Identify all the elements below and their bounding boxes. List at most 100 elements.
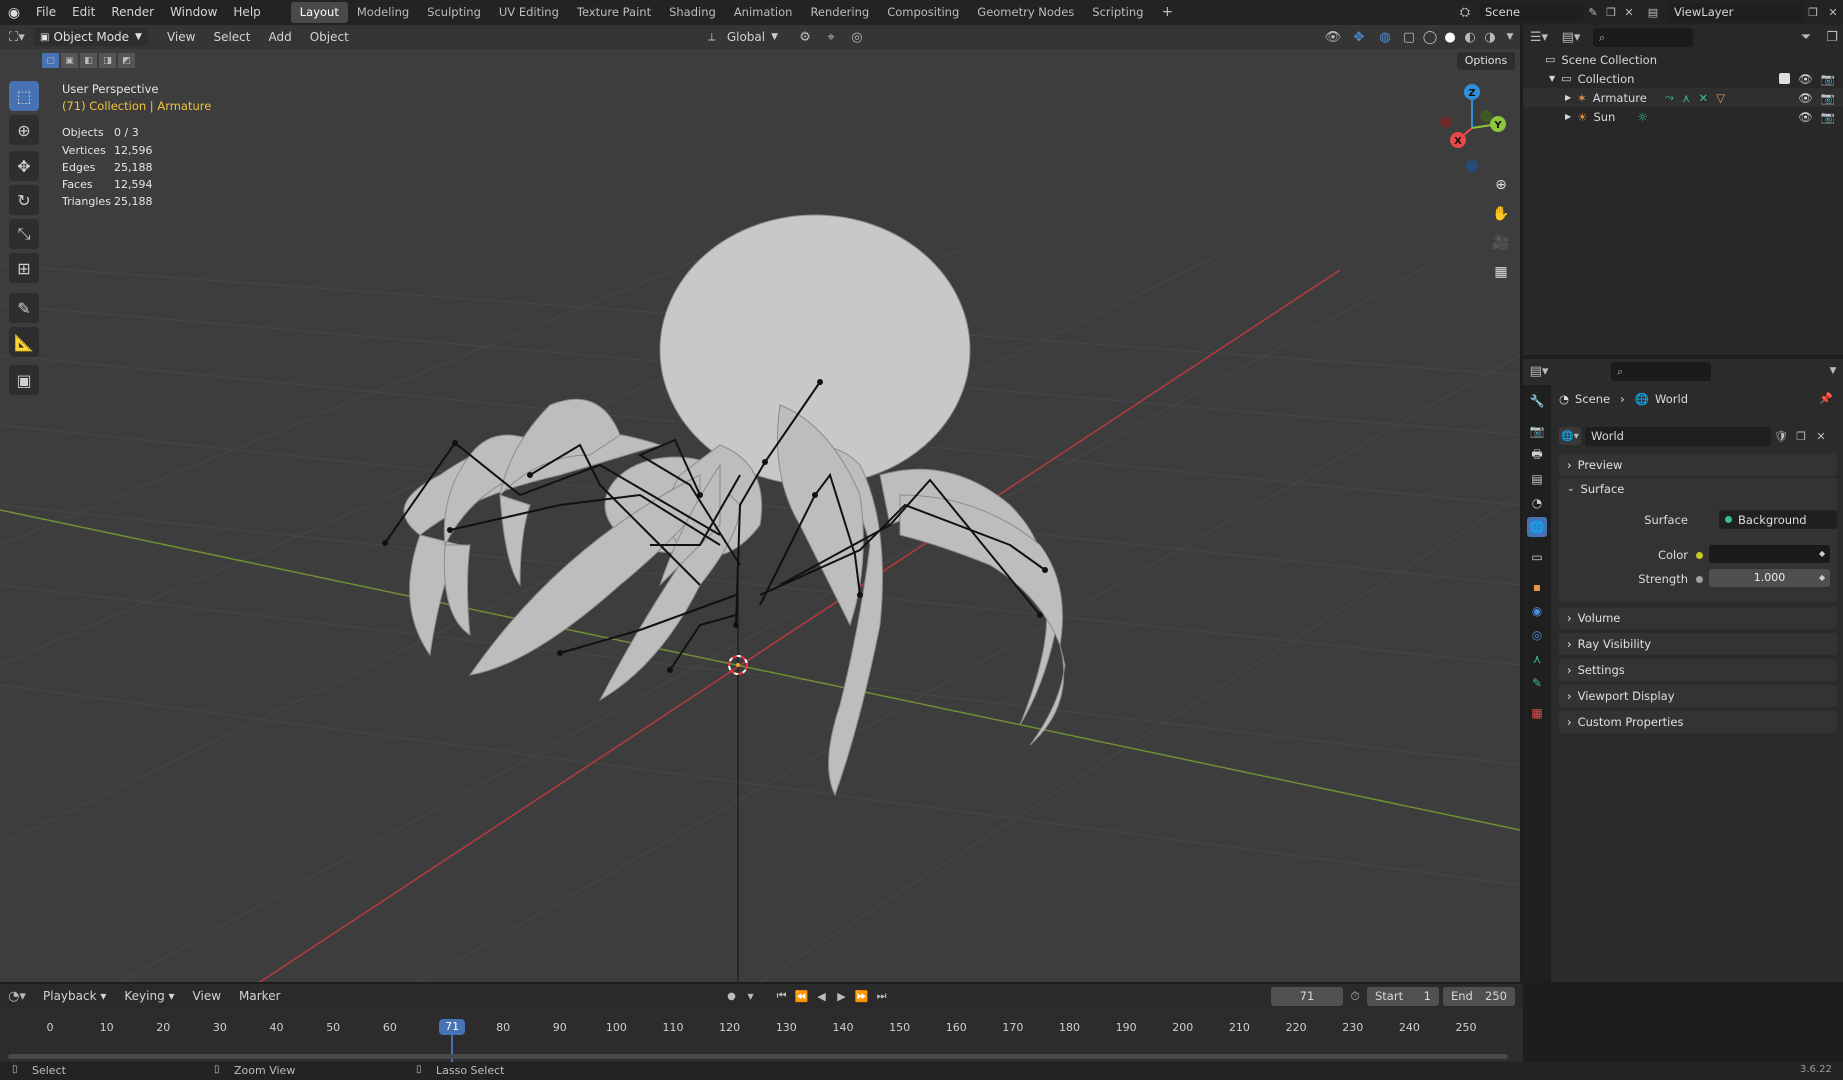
perspective-toggle-icon[interactable]: ▦ [1489, 260, 1513, 284]
outliner-row-collection[interactable]: ▼ ▭ Collection 👁 📷 [1523, 69, 1843, 88]
tab-geometry-nodes[interactable]: Geometry Nodes [968, 2, 1083, 23]
xray-icon[interactable]: ▢ [1398, 30, 1420, 45]
tab-rendering[interactable]: Rendering [801, 2, 878, 23]
select-intersect-icon[interactable]: ◩ [118, 53, 135, 68]
view-layer-tab-icon[interactable]: ▤ [1527, 469, 1547, 489]
outliner-editor-type-icon[interactable]: ☰▾ [1523, 30, 1555, 45]
panel-viewport-display[interactable]: › Viewport Display [1559, 685, 1837, 707]
chevron-down-icon[interactable]: ▼ [744, 992, 758, 1001]
new-view-layer-icon[interactable]: ❐ [1803, 6, 1823, 19]
camera-icon[interactable]: 📷 [1821, 72, 1835, 86]
add-cube-tool[interactable]: ▣ [9, 365, 39, 395]
tab-compositing[interactable]: Compositing [878, 2, 968, 23]
fake-user-icon[interactable]: 🛡 [1771, 430, 1791, 443]
expand-arrow-icon[interactable]: ▶ [1565, 112, 1571, 121]
delete-view-layer-icon[interactable]: ✕ [1823, 6, 1843, 19]
prev-keyframe-icon[interactable]: ⏪ [792, 990, 812, 1003]
menu-add[interactable]: Add [259, 30, 300, 44]
modifier-tab-icon[interactable]: ◉ [1527, 601, 1547, 621]
world-browse-icon[interactable]: 🌐▾ [1559, 427, 1581, 445]
pan-hand-icon[interactable]: ✋ [1489, 202, 1513, 226]
pin-icon[interactable]: ✎ [1584, 6, 1602, 19]
breadcrumb-world[interactable]: World [1655, 392, 1688, 406]
blender-logo-icon[interactable]: ◉ [0, 0, 28, 25]
material-shading-icon[interactable]: ◐ [1460, 30, 1480, 45]
tab-sculpting[interactable]: Sculpting [418, 2, 490, 23]
end-frame-field[interactable]: End 250 [1443, 986, 1515, 1006]
visibility-icon[interactable]: 👁 [1320, 30, 1346, 45]
collection-tab-icon[interactable]: ▭ [1527, 547, 1547, 567]
options-button[interactable]: Options [1457, 52, 1515, 70]
menu-marker[interactable]: Marker [230, 989, 289, 1003]
snap-icon[interactable]: ⌖ [818, 30, 844, 45]
panel-custom-properties[interactable]: › Custom Properties [1559, 711, 1837, 733]
color-swatch[interactable] [1709, 545, 1830, 563]
new-scene-icon[interactable]: ❐ [1602, 6, 1620, 19]
eye-icon[interactable]: 👁 [1798, 110, 1813, 124]
pivot-point-icon[interactable]: ⚙ [792, 30, 818, 45]
texture-tab-icon[interactable]: ▦ [1527, 703, 1547, 723]
jump-end-icon[interactable]: ⏭ [872, 989, 892, 1003]
timeline-editor-type-icon[interactable]: ◔▾ [0, 989, 34, 1004]
3d-viewport[interactable]: ⛶▾ ▣ Object Mode ▼ View Select Add Objec… [0, 25, 1520, 982]
record-icon[interactable]: ● [720, 991, 744, 1002]
outliner-search-input[interactable]: ⌕ [1593, 27, 1693, 47]
shading-options-icon[interactable]: ▼ [1500, 32, 1520, 42]
menu-file[interactable]: File [28, 0, 64, 25]
object-data-tab-icon[interactable]: ⋏ [1527, 649, 1547, 669]
transform-tool[interactable]: ⊞ [9, 253, 39, 283]
start-frame-field[interactable]: Start 1 [1367, 986, 1439, 1006]
outliner-row-armature[interactable]: ▶ ✶ Armature ⤳ ⋏ ✕ ▽ 👁 📷 [1523, 88, 1843, 107]
add-workspace-button[interactable]: + [1152, 2, 1182, 23]
display-mode-icon[interactable]: ▤▾ [1555, 30, 1587, 45]
select-subtract-icon[interactable]: ◧ [80, 53, 97, 68]
stopwatch-icon[interactable]: ⏱ [1343, 989, 1367, 1004]
unlink-world-icon[interactable]: ✕ [1811, 430, 1831, 443]
strength-field[interactable]: 1.000 [1709, 569, 1830, 587]
proportional-editing-icon[interactable]: ◎ [844, 30, 870, 45]
overlays-icon[interactable]: ◍ [1372, 30, 1398, 45]
panel-ray-visibility[interactable]: › Ray Visibility [1559, 633, 1837, 655]
measure-tool[interactable]: 📐 [9, 327, 39, 357]
menu-window[interactable]: Window [162, 0, 225, 25]
collapse-arrow-icon[interactable]: ▼ [1549, 74, 1555, 83]
menu-select[interactable]: Select [204, 30, 259, 44]
bone-tab-icon[interactable]: ✎ [1527, 673, 1547, 693]
timeline-scrollbar[interactable] [8, 1054, 1508, 1059]
mode-selector[interactable]: ▣ Object Mode ▼ [34, 28, 148, 46]
physics-tab-icon[interactable]: ◎ [1527, 625, 1547, 645]
tab-modeling[interactable]: Modeling [348, 2, 418, 23]
solid-shading-icon[interactable]: ● [1440, 30, 1460, 45]
eye-icon[interactable]: 👁 [1798, 91, 1813, 105]
tab-layout[interactable]: Layout [290, 2, 348, 23]
properties-editor-type-icon[interactable]: ▤▾ [1523, 364, 1555, 379]
select-box-tool[interactable]: ⬚ [9, 81, 39, 111]
tab-uv-editing[interactable]: UV Editing [490, 2, 568, 23]
menu-view[interactable]: View [184, 989, 230, 1003]
render-tab-icon[interactable]: 📷 [1527, 421, 1547, 441]
menu-playback[interactable]: Playback ▾ [34, 989, 115, 1003]
current-frame-field[interactable]: 71 [1271, 986, 1343, 1006]
timeline-ruler[interactable]: 0102030405060708090100110120130140150160… [0, 1008, 1523, 1062]
scene-name-field[interactable]: Scene [1479, 3, 1584, 22]
scene-selector-icon[interactable]: ⛭ [1451, 5, 1479, 20]
world-name-field[interactable]: World [1585, 426, 1771, 446]
menu-edit[interactable]: Edit [64, 0, 103, 25]
surface-shader-dropdown[interactable]: Background [1719, 510, 1837, 529]
tool-tab-icon[interactable]: 🔧 [1527, 391, 1547, 411]
play-reverse-icon[interactable]: ◀ [812, 990, 832, 1003]
rotate-tool[interactable]: ↻ [9, 185, 39, 215]
view-layer-name-field[interactable]: ViewLayer [1668, 3, 1803, 22]
rendered-shading-icon[interactable]: ◑ [1480, 30, 1500, 45]
wireframe-shading-icon[interactable]: ◯ [1420, 30, 1440, 45]
gizmo-toggle-icon[interactable]: ✥ [1346, 30, 1372, 45]
scene-tab-icon[interactable]: ◔ [1527, 493, 1547, 513]
move-tool[interactable]: ✥ [9, 151, 39, 181]
keyframe-dot-icon[interactable]: ◆ [1819, 573, 1825, 582]
menu-render[interactable]: Render [103, 0, 162, 25]
select-invert-icon[interactable]: ◨ [99, 53, 116, 68]
spider-mesh[interactable] [403, 214, 1066, 797]
menu-object[interactable]: Object [301, 30, 358, 44]
jump-start-icon[interactable]: ⏮ [772, 989, 792, 1003]
outliner-row-scene-collection[interactable]: ▭ Scene Collection [1523, 50, 1843, 69]
